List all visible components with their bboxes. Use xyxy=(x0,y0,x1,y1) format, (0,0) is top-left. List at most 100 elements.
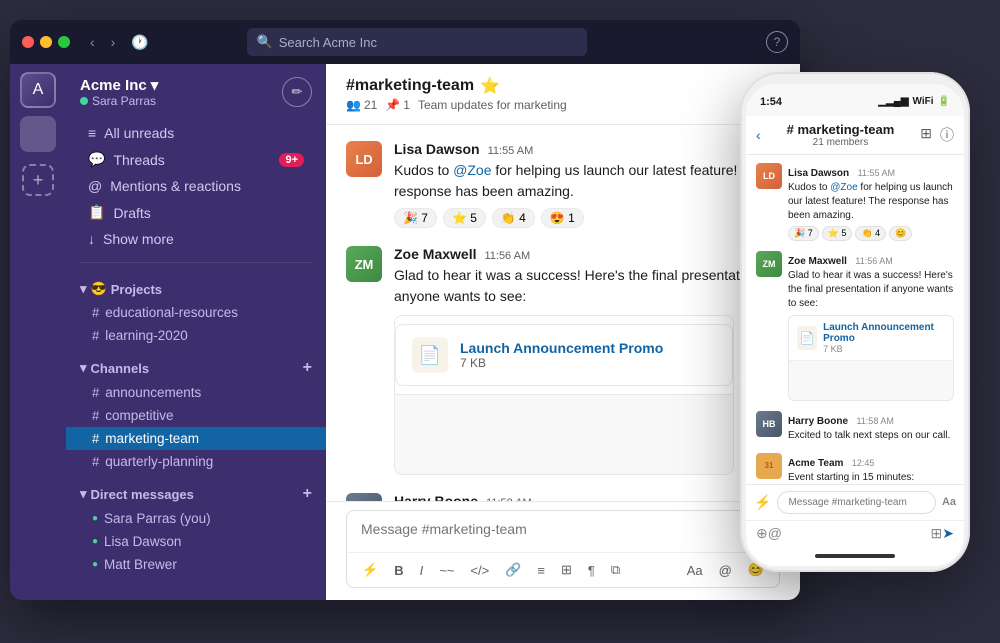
sidebar-item-show-more[interactable]: ↓ Show more xyxy=(74,226,318,252)
search-bar[interactable]: 🔍 Search Acme Inc xyxy=(247,28,587,56)
message-input[interactable] xyxy=(347,511,779,547)
phone-send-icon[interactable]: ➤ xyxy=(942,525,954,542)
phone-msg-header: Lisa Dawson 11:55 AM xyxy=(788,163,954,181)
channel-name: #marketing-team ⭐ xyxy=(346,76,567,96)
fullscreen-button[interactable] xyxy=(58,36,70,48)
dm-item-lisa-dawson[interactable]: ● Lisa Dawson xyxy=(66,530,326,553)
reaction-button[interactable]: ⭐ 5 xyxy=(443,208,486,228)
phone-file-card[interactable]: 📄 Launch Announcement Promo 7 KB xyxy=(788,315,954,401)
phone-msg-header: Zoe Maxwell 11:56 AM xyxy=(788,251,954,269)
strikethrough-button[interactable]: ~~ xyxy=(434,560,459,581)
phone-msg-body: Lisa Dawson 11:55 AM Kudos to @Zoe for h… xyxy=(788,163,954,241)
phone-message-input[interactable] xyxy=(777,491,936,514)
phone-screen: 1:54 ▁▂▄▆ WiFi 🔋 ‹ # marketing-team 21 m… xyxy=(746,84,964,566)
file-attachment[interactable]: 📄 Launch Announcement Promo 7 KB xyxy=(394,315,734,475)
sidebar-item-all-unreads[interactable]: ≡ All unreads xyxy=(74,120,318,146)
hash-icon: # xyxy=(92,408,99,423)
italic-button[interactable]: I xyxy=(415,560,429,581)
workspace-info: Acme Inc ▾ Sara Parras xyxy=(80,76,158,108)
phone-back-button[interactable]: ‹ xyxy=(756,127,761,143)
phone-file-icon: 📄 xyxy=(797,326,817,350)
file-info: Launch Announcement Promo 7 KB xyxy=(460,340,663,370)
avatar: LD xyxy=(346,141,382,177)
phone-file-top: 📄 Launch Announcement Promo 7 KB xyxy=(789,316,953,360)
workspace-icon[interactable]: A xyxy=(20,72,56,108)
message-body: Zoe Maxwell 11:56 AM Glad to hear it was… xyxy=(394,246,780,475)
message-header: Harry Boone 11:58 AM xyxy=(394,493,780,501)
compose-button[interactable]: ✏ xyxy=(282,77,312,107)
ordered-list-button[interactable]: ≡ xyxy=(532,560,550,581)
phone-info-icon[interactable]: ⓘ xyxy=(940,125,954,145)
status-indicator xyxy=(80,97,88,105)
phone-aa-icon[interactable]: Aa xyxy=(942,496,956,508)
add-channel-button[interactable]: + xyxy=(303,359,312,377)
reaction-button[interactable]: 👏 4 xyxy=(492,208,535,228)
phone-attach-icon[interactable]: ⊕ xyxy=(756,525,768,542)
phone-msg-header: Acme Team 12:45 xyxy=(788,453,954,471)
hash-icon: # xyxy=(92,385,99,400)
code-button[interactable]: </> xyxy=(465,560,494,581)
phone-msg-text: Glad to hear it was a success! Here's th… xyxy=(788,269,954,311)
dm-item-sara-parras[interactable]: ● Sara Parras (you) xyxy=(66,507,326,530)
add-workspace-button[interactable]: + xyxy=(22,164,54,196)
sidebar-item-mentions[interactable]: @ Mentions & reactions xyxy=(74,173,318,199)
unordered-list-button[interactable]: ⊞ xyxy=(556,559,577,581)
phone-msg-header: Harry Boone 11:58 AM xyxy=(788,411,954,429)
channel-item-competitive[interactable]: # competitive xyxy=(66,404,326,427)
icon-column: A + xyxy=(10,64,66,600)
avatar: HB xyxy=(346,493,382,501)
reaction-button[interactable]: 😍 1 xyxy=(541,208,584,228)
phone-reaction[interactable]: 🎉 7 xyxy=(788,226,819,241)
phone-msg-time: 11:56 AM xyxy=(855,256,892,266)
message-input-box: ⚡ B I ~~ </> 🔗 ≡ ⊞ ¶ ⧉ Aa @ 😊 xyxy=(346,510,780,588)
history-button[interactable]: 🕐 xyxy=(127,30,152,55)
channel-item-educational-resources[interactable]: # educational-resources xyxy=(66,301,326,324)
workspace-name[interactable]: Acme Inc ▾ xyxy=(80,76,158,94)
phone-reaction[interactable]: 👏 4 xyxy=(855,226,886,241)
bold-button[interactable]: B xyxy=(389,560,408,581)
sidebar-item-threads[interactable]: 💬 Threads 9+ xyxy=(74,146,318,173)
hash-icon: # xyxy=(92,454,99,469)
phone-grid-icon[interactable]: ⊞ xyxy=(920,125,932,145)
link-button[interactable]: 🔗 xyxy=(500,559,526,581)
phone-file-info: Launch Announcement Promo 7 KB xyxy=(823,322,945,354)
channel-item-marketing-team[interactable]: # marketing-team xyxy=(66,427,326,450)
dms-section-header[interactable]: ▾ Direct messages + xyxy=(66,481,326,507)
phone-lightning-icon[interactable]: ⚡ xyxy=(754,494,771,511)
channel-item-learning-2020[interactable]: # learning-2020 xyxy=(66,324,326,347)
lightning-button[interactable]: ⚡ xyxy=(357,559,383,581)
phone-message-row: LD Lisa Dawson 11:55 AM Kudos to @Zoe fo… xyxy=(756,163,954,241)
mention-button[interactable]: @ xyxy=(714,559,737,581)
add-dm-button[interactable]: + xyxy=(303,485,312,503)
back-button[interactable]: ‹ xyxy=(86,30,99,54)
close-button[interactable] xyxy=(22,36,34,48)
phone-msg-text: Excited to talk next steps on our call. xyxy=(788,429,954,443)
block-button[interactable]: ⧉ xyxy=(606,559,625,581)
phone-reaction[interactable]: ⭐ 5 xyxy=(822,226,853,241)
phone-grid2-icon[interactable]: ⊞ xyxy=(931,525,943,542)
phone-at-icon[interactable]: @ xyxy=(768,525,782,542)
forward-button[interactable]: › xyxy=(107,30,120,54)
phone-file-preview xyxy=(789,360,953,400)
message-body: Harry Boone 11:58 AM Excited to talk nex… xyxy=(394,493,780,501)
second-workspace-icon[interactable] xyxy=(20,116,56,152)
dm-item-matt-brewer[interactable]: ● Matt Brewer xyxy=(66,553,326,576)
phone-avatar: 31 xyxy=(756,453,782,479)
minimize-button[interactable] xyxy=(40,36,52,48)
reaction-button[interactable]: 🎉 7 xyxy=(394,208,437,228)
phone-reaction[interactable]: 😊 xyxy=(889,226,912,241)
message-sender: Lisa Dawson xyxy=(394,141,480,157)
channel-item-announcements[interactable]: # announcements xyxy=(66,381,326,404)
help-button[interactable]: ? xyxy=(766,31,788,53)
file-name: Launch Announcement Promo xyxy=(460,340,663,356)
message-sender: Harry Boone xyxy=(394,493,478,501)
phone-channel-info: # marketing-team 21 members xyxy=(787,122,895,148)
hash-icon: # xyxy=(92,431,99,446)
channel-item-quarterly-planning[interactable]: # quarterly-planning xyxy=(66,450,326,473)
paragraph-button[interactable]: ¶ xyxy=(583,560,600,581)
channels-section-header[interactable]: ▾ Channels + xyxy=(66,355,326,381)
phone-status-bar: 1:54 ▁▂▄▆ WiFi 🔋 xyxy=(746,84,964,116)
projects-section-header[interactable]: ▾ 😎 Projects xyxy=(66,277,326,301)
text-format-button[interactable]: Aa xyxy=(682,559,708,581)
sidebar-item-drafts[interactable]: 📋 Drafts xyxy=(74,199,318,226)
